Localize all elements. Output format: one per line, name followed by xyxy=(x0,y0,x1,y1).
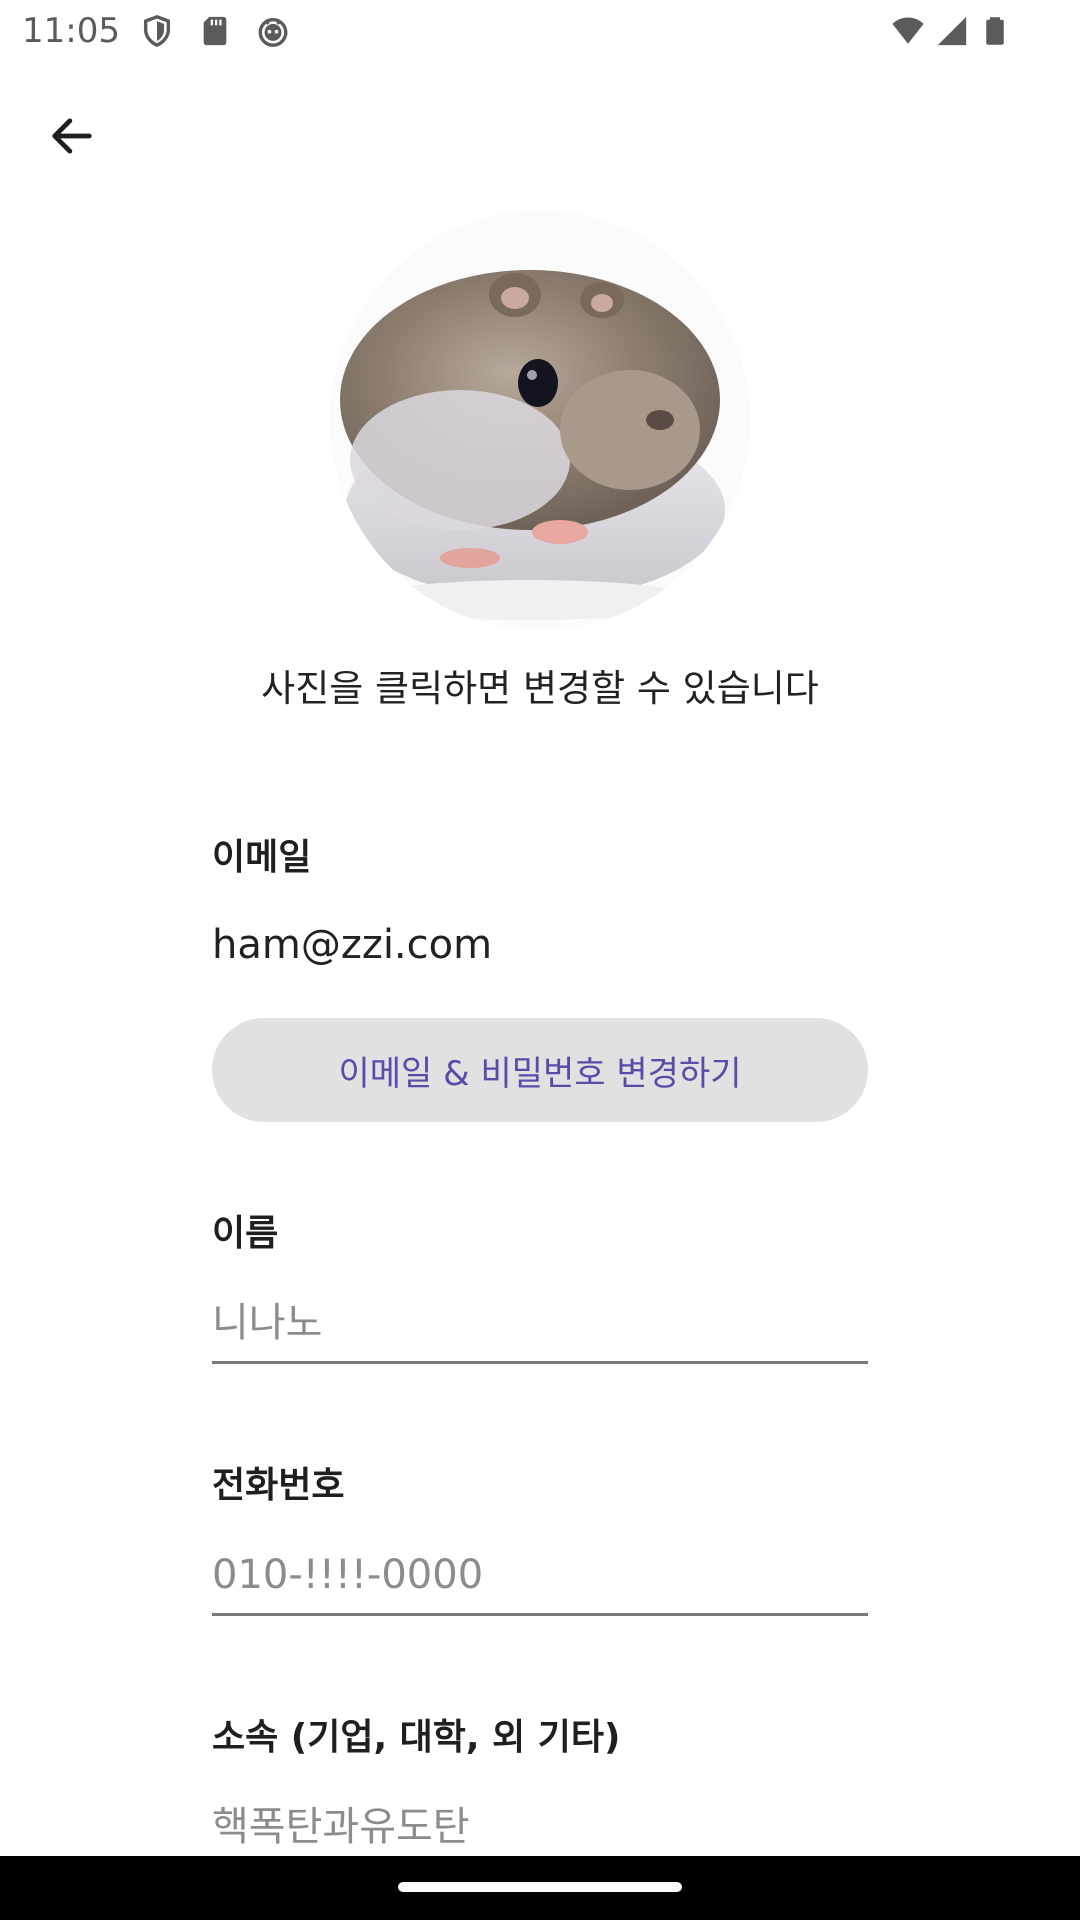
arrow-left-icon xyxy=(46,110,98,162)
phone-label: 전화번호 xyxy=(212,1465,345,1506)
back-button[interactable] xyxy=(36,100,108,172)
phone-input[interactable] xyxy=(212,1536,868,1616)
avatar-hint: 사진을 클릭하면 변경할 수 있습니다 xyxy=(261,667,819,710)
name-label: 이름 xyxy=(212,1213,279,1254)
status-bar: 11:05 xyxy=(0,0,1080,64)
sd-card-icon xyxy=(198,14,232,48)
name-input[interactable] xyxy=(212,1284,868,1364)
profile-avatar[interactable] xyxy=(330,210,750,630)
status-time: 11:05 xyxy=(22,11,120,51)
shield-icon xyxy=(140,14,174,48)
battery-icon xyxy=(980,14,1010,48)
robot-icon xyxy=(256,14,290,48)
change-email-password-button[interactable]: 이메일 & 비밀번호 변경하기 xyxy=(212,1018,868,1122)
home-indicator[interactable] xyxy=(398,1882,682,1892)
affiliation-label: 소속 (기업, 대학, 외 기타) xyxy=(212,1717,621,1758)
email-value: ham@zzi.com xyxy=(212,922,493,968)
email-label: 이메일 xyxy=(212,837,312,878)
wifi-icon xyxy=(888,14,928,48)
navigation-bar xyxy=(0,1856,1080,1920)
cell-signal-icon xyxy=(934,14,970,48)
